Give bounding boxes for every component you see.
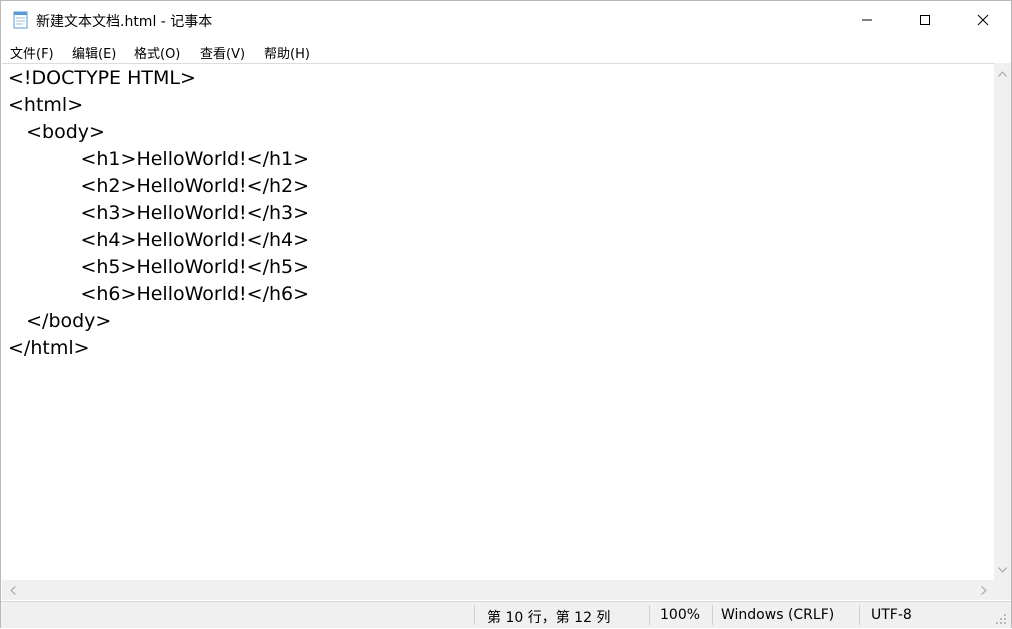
minimize-button[interactable]: [838, 1, 896, 39]
editor-line: </html>: [8, 337, 90, 359]
chevron-left-icon: [9, 585, 16, 595]
status-divider: [712, 605, 713, 625]
status-line-ending: Windows (CRLF): [721, 607, 835, 623]
scroll-right-button[interactable]: [975, 580, 992, 600]
minimize-icon: [862, 19, 872, 21]
maximize-button[interactable]: [896, 1, 954, 39]
status-bar: 第 10 行，第 12 列 100% Windows (CRLF) UTF-8: [1, 601, 1011, 628]
notepad-icon[interactable]: [12, 11, 29, 29]
chevron-down-icon: [998, 566, 1007, 573]
editor-line: <body>: [8, 121, 105, 143]
scroll-down-button[interactable]: [994, 561, 1011, 578]
status-divider: [649, 605, 650, 625]
status-encoding: UTF-8: [871, 607, 912, 623]
close-button[interactable]: [954, 1, 1012, 39]
editor-line: <html>: [8, 94, 84, 116]
maximize-icon: [920, 15, 930, 25]
editor-line: <!DOCTYPE HTML>: [8, 67, 196, 89]
status-divider: [859, 605, 860, 625]
menu-help[interactable]: 帮助(H): [264, 43, 310, 62]
resize-grip-icon[interactable]: [995, 610, 1007, 629]
chevron-right-icon: [980, 585, 987, 595]
menu-format[interactable]: 格式(O): [134, 43, 180, 62]
chevron-up-icon: [998, 70, 1007, 77]
editor-line: <h2>HelloWorld!</h2>: [8, 175, 310, 197]
close-icon: [977, 14, 989, 26]
editor-line: <h5>HelloWorld!</h5>: [8, 256, 310, 278]
editor-line: <h6>HelloWorld!</h6>: [8, 283, 310, 305]
editor-line: </body>: [8, 310, 112, 332]
scroll-up-button[interactable]: [994, 65, 1011, 82]
window-title: 新建文本文档.html - 记事本: [36, 14, 213, 30]
scrollbar-corner: [994, 580, 1011, 600]
menu-bar: 文件(F) 编辑(E) 格式(O) 查看(V) 帮助(H): [1, 39, 1011, 63]
text-editor[interactable]: <!DOCTYPE HTML> <html> <body> <h1>HelloW…: [2, 63, 994, 581]
menu-file[interactable]: 文件(F): [10, 43, 54, 62]
menu-view[interactable]: 查看(V): [200, 43, 245, 62]
editor-line: <h4>HelloWorld!</h4>: [8, 229, 310, 251]
scroll-left-button[interactable]: [4, 580, 21, 600]
editor-line: <h1>HelloWorld!</h1>: [8, 148, 310, 170]
title-bar[interactable]: 新建文本文档.html - 记事本: [1, 1, 1011, 39]
status-zoom: 100%: [660, 607, 701, 623]
status-divider: [474, 605, 475, 625]
notepad-window: 新建文本文档.html - 记事本 文件(F) 编辑(E) 格式(O) 查看(V…: [0, 0, 1012, 628]
status-cursor-position: 第 10 行，第 12 列: [487, 610, 611, 626]
menu-edit[interactable]: 编辑(E): [72, 43, 116, 62]
editor-line: <h3>HelloWorld!</h3>: [8, 202, 310, 224]
horizontal-scrollbar[interactable]: [2, 580, 994, 600]
vertical-scrollbar[interactable]: [994, 63, 1011, 580]
